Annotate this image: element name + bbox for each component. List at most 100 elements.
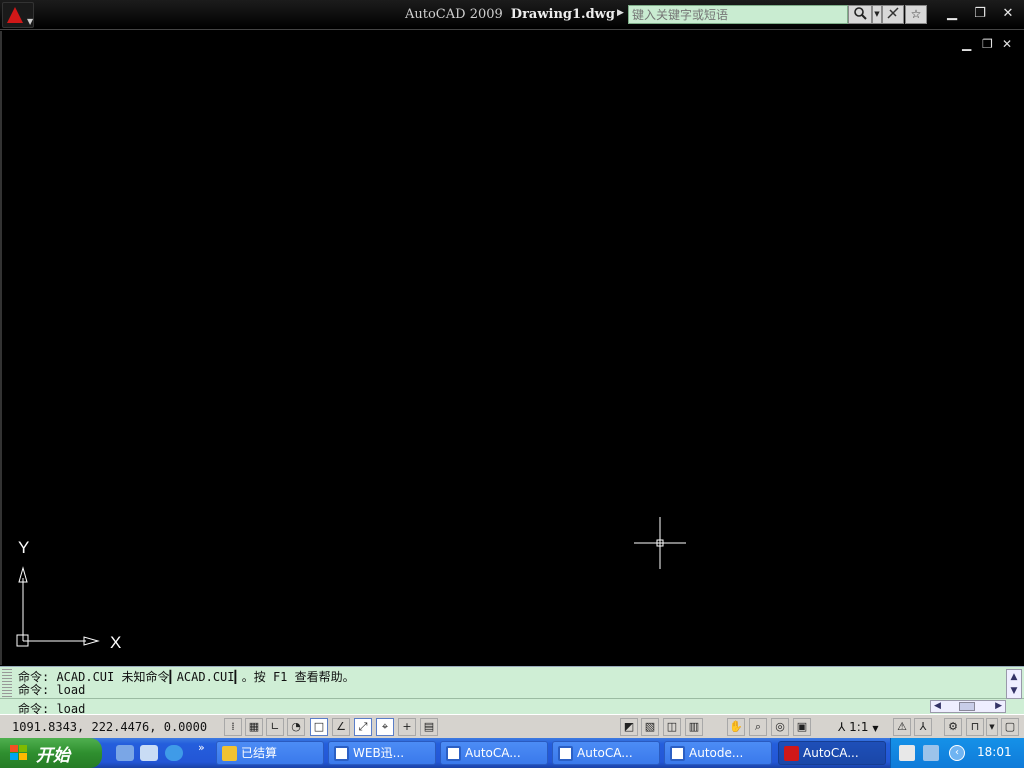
scroll-down-icon[interactable]: ▼ [1007, 684, 1021, 698]
annotation-scale-icon: ⅄ [838, 720, 846, 734]
command-vertical-scrollbar[interactable]: ▲ ▼ [1006, 669, 1022, 699]
annotation-scale[interactable]: ⅄ 1:1 ▼ [838, 720, 878, 734]
status-bar: 1091.8343, 222.4476, 0.0000 ⁞ ▦ ∟ ◔ □ ∠ … [0, 714, 1024, 738]
taskbar-item-label: AutoCA... [577, 746, 633, 760]
system-tray: ‹ 18:01 [890, 738, 1024, 768]
windows-logo-icon [10, 745, 28, 761]
lineweight-button[interactable]: + [398, 718, 416, 736]
favorites-button[interactable]: ☆ [905, 5, 927, 24]
annotation-visibility-button[interactable]: ⚠ [893, 718, 911, 736]
showmotion-button[interactable]: ▣ [793, 718, 811, 736]
search-options-button[interactable]: ▼ [872, 5, 882, 24]
coordinate-display[interactable]: 1091.8343, 222.4476, 0.0000 [12, 720, 207, 734]
infocenter-search-input[interactable] [628, 5, 848, 24]
auto-scale-button[interactable]: ⅄ [914, 718, 932, 736]
search-expand-icon[interactable]: ▶ [617, 8, 624, 18]
chevron-down-icon: ▼ [27, 17, 34, 26]
polar-icon: ◔ [291, 720, 301, 733]
pan-icon: ✋ [729, 720, 743, 733]
pan-button[interactable]: ✋ [727, 718, 745, 736]
taskbar-item-label: AutoCA... [803, 746, 859, 760]
minimize-button[interactable]: ▁ [942, 6, 962, 22]
quick-launch-app-icon[interactable] [140, 745, 158, 761]
object-snap-tracking-button[interactable]: ∠ [332, 718, 350, 736]
scroll-up-icon[interactable]: ▲ [1007, 670, 1021, 684]
quick-view-layouts-button[interactable]: ◫ [663, 718, 681, 736]
dynamic-ucs-button[interactable]: ⤢ [354, 718, 372, 736]
clock: 18:01 [977, 745, 1012, 759]
taskbar-item-label: Autode... [689, 746, 744, 760]
tray-expand-icon[interactable]: ‹ [949, 745, 965, 761]
start-button[interactable]: 开始 [0, 738, 102, 768]
document-minimize-button[interactable]: ▁ [962, 37, 971, 51]
grid-icon: ▦ [248, 720, 260, 733]
zoom-button[interactable]: ⌕ [749, 718, 767, 736]
start-label: 开始 [36, 746, 70, 766]
document-close-button[interactable]: ✕ [1002, 37, 1012, 51]
osnap-icon: □ [313, 720, 325, 733]
drawing-area[interactable]: ▁ ❐ ✕ Y X [0, 31, 1024, 665]
command-history-line: 命令: load [18, 683, 86, 697]
workspace-switching-button[interactable]: ⚙ [944, 718, 962, 736]
search-icon [854, 7, 867, 20]
scroll-thumb[interactable] [959, 702, 975, 711]
taskbar-item[interactable]: AutoCA... [552, 741, 660, 765]
search-button[interactable] [848, 5, 872, 24]
snap-mode-button[interactable]: ⁞ [224, 718, 242, 736]
quick-launch-more-icon[interactable]: » [198, 741, 205, 754]
taskbar-item[interactable]: WEB迅... [328, 741, 436, 765]
dynamic-input-button[interactable]: ⌖ [376, 718, 394, 736]
scroll-right-icon[interactable]: ▶ [995, 701, 1002, 712]
command-window: 命令: ACAD.CUI 未知命令▎ACAD.CUI▎。按 F1 查看帮助。 命… [0, 666, 1024, 716]
keyboard-icon[interactable] [899, 745, 915, 761]
gear-icon: ⚙ [948, 720, 958, 733]
taskbar-item-label: WEB迅... [353, 746, 405, 760]
layout-button[interactable]: ▧ [641, 718, 659, 736]
taskbar-item[interactable]: 已结算 [216, 741, 324, 765]
application-menu-button[interactable]: ▼ [2, 2, 34, 28]
quick-properties-button[interactable]: ▤ [420, 718, 438, 736]
taskbar-item-active[interactable]: AutoCA... [778, 741, 886, 765]
windows-taskbar: 开始 » 已结算 WEB迅... AutoCA... AutoCA... Aut… [0, 738, 1024, 768]
autocad-icon [784, 746, 799, 761]
plus-icon: + [402, 720, 412, 733]
tool-icon[interactable] [923, 745, 939, 761]
auto-scale-icon: ⅄ [919, 720, 927, 733]
document-restore-button[interactable]: ❐ [982, 37, 993, 51]
showmotion-icon: ▣ [796, 720, 808, 733]
toolbar-lock-button[interactable]: ⊓ [966, 718, 984, 736]
close-button[interactable]: ✕ [998, 6, 1018, 22]
chevron-down-icon: ▼ [989, 723, 995, 731]
command-horizontal-scrollbar[interactable]: ◀ ▶ [930, 700, 1006, 713]
communication-center-button[interactable] [882, 5, 904, 24]
snap-icon: ⁞ [231, 720, 235, 733]
word-icon [446, 746, 461, 761]
ortho-icon: ∟ [270, 720, 280, 733]
lock-icon: ⊓ [970, 720, 980, 733]
restore-button[interactable]: ❐ [970, 6, 990, 22]
object-snap-button[interactable]: □ [310, 718, 328, 736]
document-name: Drawing1.dwg [510, 7, 615, 22]
satellite-icon [887, 7, 899, 19]
quick-view-drawings-button[interactable]: ▥ [685, 718, 703, 736]
command-input-line[interactable]: 命令: load [0, 698, 1024, 716]
chevron-down-icon: ▼ [872, 724, 879, 733]
model-space-button[interactable]: ◩ [620, 718, 638, 736]
steering-wheel-button[interactable]: ◎ [771, 718, 789, 736]
taskbar-item-label: 已结算 [241, 746, 278, 760]
clean-screen-button[interactable]: ▢ [1001, 718, 1019, 736]
quick-view-layouts-icon: ◫ [666, 720, 678, 733]
taskbar-item[interactable]: AutoCA... [440, 741, 548, 765]
status-menu-button[interactable]: ▼ [986, 718, 998, 736]
star-icon: ☆ [910, 7, 922, 21]
properties-icon: ▤ [423, 720, 435, 733]
word-icon [334, 746, 349, 761]
grid-display-button[interactable]: ▦ [245, 718, 263, 736]
taskbar-item[interactable]: Autode... [664, 741, 772, 765]
internet-explorer-icon[interactable] [165, 745, 183, 761]
show-desktop-icon[interactable] [116, 745, 134, 761]
layout-icon: ▧ [644, 720, 656, 733]
ortho-mode-button[interactable]: ∟ [266, 718, 284, 736]
scroll-left-icon[interactable]: ◀ [934, 701, 941, 712]
polar-tracking-button[interactable]: ◔ [287, 718, 305, 736]
